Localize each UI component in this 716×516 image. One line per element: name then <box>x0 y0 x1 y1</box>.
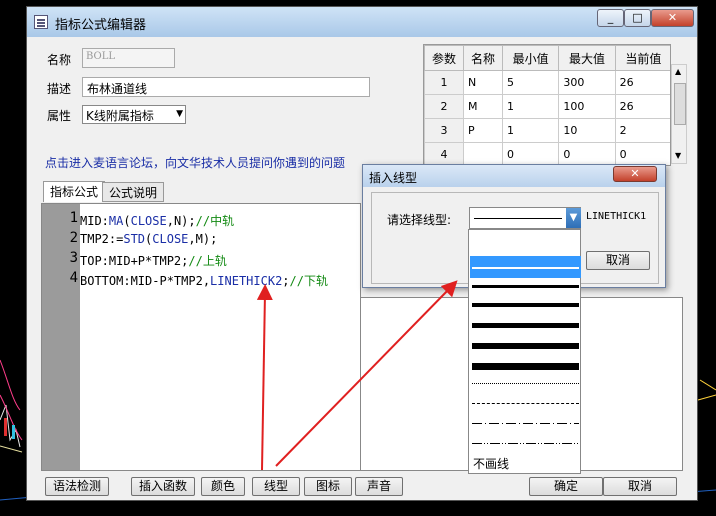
code-editor[interactable]: 1 2 3 4 MID:MA(CLOSE,N);//中轨 TMP2:=STD(C… <box>41 203 361 471</box>
header-current: 当前值 <box>614 45 670 71</box>
combo-line-preview <box>474 218 562 219</box>
line-option-highlighted[interactable] <box>470 256 581 278</box>
name-field[interactable]: BOLL <box>82 48 175 68</box>
cell-name[interactable]: M <box>463 94 503 119</box>
code-line-3: TOP:MID+P*TMP2;//上轨 <box>80 254 227 268</box>
line-option-dash[interactable] <box>470 394 581 412</box>
line-option-dashdotdot[interactable] <box>470 434 581 452</box>
line-number: 3 <box>69 250 78 266</box>
combo-dropdown-arrow-icon[interactable]: ▼ <box>566 208 581 228</box>
header-name: 名称 <box>463 45 503 71</box>
table-row[interactable]: 1 N 5 300 26 <box>424 70 670 95</box>
cell-min[interactable]: 1 <box>501 118 560 143</box>
cell-name[interactable]: P <box>463 118 503 143</box>
scroll-down-icon[interactable]: ▼ <box>675 151 681 160</box>
syntax-check-button[interactable]: 语法检测 <box>45 477 109 496</box>
attr-select-value: K线附属指标 <box>86 109 154 123</box>
cell-min[interactable]: 0 <box>501 142 560 165</box>
app-icon <box>34 15 48 29</box>
line-option[interactable] <box>470 354 581 372</box>
cell-current[interactable]: 26 <box>614 70 670 95</box>
cell-current[interactable]: 26 <box>614 94 670 119</box>
cell-max[interactable]: 100 <box>558 94 616 119</box>
line-style-dropdown[interactable]: 不画线 <box>468 229 581 474</box>
name-label: 名称 <box>47 53 72 67</box>
cancel-button[interactable]: 取消 <box>603 477 677 496</box>
dialog-close-button[interactable]: ✕ <box>613 166 657 182</box>
table-row[interactable]: 4 0 0 0 <box>424 142 670 165</box>
line-style-combo[interactable]: ▼ <box>469 207 581 229</box>
code-line-1: MID:MA(CLOSE,N);//中轨 <box>80 214 235 228</box>
dialog-title: 插入线型 <box>369 171 418 185</box>
param-table-header: 参数 名称 最小值 最大值 当前值 <box>424 45 670 71</box>
title-bar[interactable]: 指标公式编辑器 _ □ ✕ <box>27 7 697 37</box>
line-style-button[interactable]: 线型 <box>252 477 300 496</box>
desc-field[interactable]: 布林通道线 <box>82 77 370 97</box>
param-table-scrollbar[interactable]: ▲ ▼ <box>671 64 687 164</box>
line-option-dot[interactable] <box>470 374 581 392</box>
window-title: 指标公式编辑器 <box>55 18 147 33</box>
tab-explain[interactable]: 公式说明 <box>102 182 165 202</box>
code-line-4: BOTTOM:MID-P*TMP2,LINETHICK2;//下轨 <box>80 274 328 288</box>
header-param: 参数 <box>424 45 464 71</box>
param-table[interactable]: 参数 名称 最小值 最大值 当前值 1 N 5 300 26 2 M 1 100… <box>423 44 671 166</box>
cell-current[interactable]: 2 <box>614 118 670 143</box>
cell-min[interactable]: 5 <box>501 70 560 95</box>
dialog-title-bar[interactable]: 插入线型 ✕ <box>363 165 665 187</box>
row-index: 1 <box>424 70 464 95</box>
line-option-dashdot[interactable] <box>470 414 581 432</box>
line-option[interactable] <box>470 314 581 332</box>
attr-select[interactable]: K线附属指标 ▼ <box>82 105 186 124</box>
line-number: 1 <box>69 210 78 226</box>
dialog-cancel-button[interactable]: 取消 <box>586 251 650 270</box>
icon-button[interactable]: 图标 <box>304 477 352 496</box>
code-line-2: TMP2:=STD(CLOSE,M); <box>80 232 218 246</box>
line-option[interactable] <box>470 276 581 294</box>
cell-max[interactable]: 10 <box>558 118 616 143</box>
cell-max[interactable]: 300 <box>558 70 616 95</box>
ok-button[interactable]: 确定 <box>529 477 603 496</box>
dropdown-arrow-icon: ▼ <box>176 109 183 119</box>
attr-label: 属性 <box>47 109 72 123</box>
scroll-thumb[interactable] <box>674 83 686 125</box>
insert-function-button[interactable]: 插入函数 <box>131 477 195 496</box>
no-line-option[interactable]: 不画线 <box>473 455 509 472</box>
scroll-up-icon[interactable]: ▲ <box>675 67 681 76</box>
cell-current[interactable]: 0 <box>614 142 670 165</box>
line-option[interactable] <box>470 294 581 312</box>
cell-max[interactable]: 0 <box>558 142 616 165</box>
color-button[interactable]: 颜色 <box>201 477 245 496</box>
line-number: 2 <box>69 230 78 246</box>
header-min: 最小值 <box>501 45 560 71</box>
current-line-style: LINETHICK1 <box>586 211 647 222</box>
table-row[interactable]: 3 P 1 10 2 <box>424 118 670 143</box>
close-button[interactable]: ✕ <box>651 9 694 27</box>
row-index: 3 <box>424 118 464 143</box>
row-index: 4 <box>424 142 464 165</box>
desc-label: 描述 <box>47 82 72 96</box>
table-row[interactable]: 2 M 1 100 26 <box>424 94 670 119</box>
line-number: 4 <box>69 270 78 286</box>
line-style-prompt: 请选择线型: <box>387 213 452 227</box>
sound-button[interactable]: 声音 <box>355 477 403 496</box>
cell-name[interactable] <box>463 142 503 165</box>
line-option[interactable] <box>470 334 581 352</box>
cell-name[interactable]: N <box>463 70 503 95</box>
line-option[interactable] <box>470 232 581 250</box>
forum-link[interactable]: 点击进入麦语言论坛，向文华技术人员提问你遇到的问题 <box>45 154 345 171</box>
maximize-button[interactable]: □ <box>624 9 651 27</box>
row-index: 2 <box>424 94 464 119</box>
cell-min[interactable]: 1 <box>501 94 560 119</box>
header-max: 最大值 <box>558 45 616 71</box>
tab-formula[interactable]: 指标公式 <box>43 181 106 202</box>
minimize-button[interactable]: _ <box>597 9 624 27</box>
